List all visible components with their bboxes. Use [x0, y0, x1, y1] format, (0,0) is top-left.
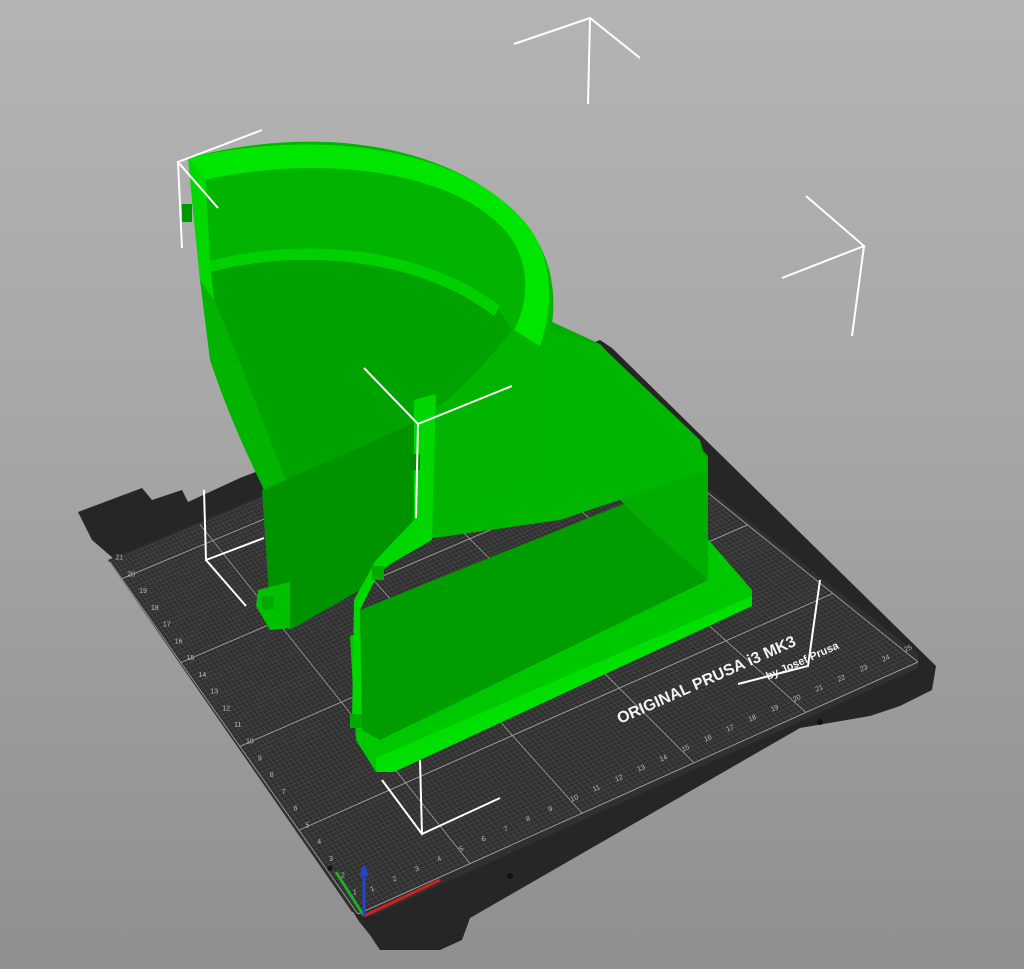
bed-y-tick-label: 9 [258, 755, 262, 762]
bed-y-tick-label: 17 [163, 622, 171, 629]
bed-y-tick-label: 18 [151, 605, 159, 612]
bed-y-tick-label: 5 [305, 822, 309, 829]
model-clip [410, 454, 420, 470]
bed-y-tick-label: 10 [246, 739, 254, 746]
model-clip [262, 596, 274, 610]
bed-y-tick-label: 21 [115, 555, 123, 562]
bbox-corner-top-left-z [177, 161, 183, 249]
bbox-corner-top-right [781, 195, 866, 279]
bbox-corner-top-right-z [851, 245, 865, 337]
bbox-corner-top-back [513, 16, 641, 59]
bed-y-tick-label: 16 [175, 638, 183, 645]
bed-y-tick-label: 6 [293, 806, 297, 813]
bed-y-tick-label: 13 [210, 689, 218, 696]
bed-y-tick-label: 7 [282, 789, 286, 796]
bed-hole [507, 873, 513, 879]
scene-canvas[interactable]: 1234567891011121314151617181920212223242… [0, 0, 1024, 969]
bed-y-tick-label: 11 [234, 722, 241, 729]
bbox-corner-top-back-z [587, 17, 591, 105]
bed-y-tick-label: 19 [139, 588, 147, 595]
model-clip [350, 714, 362, 728]
bed-y-tick-label: 8 [270, 772, 274, 779]
3d-viewport[interactable]: 1 2 3 4 5 6 7 8 9 10 11 12 13 14 15 16 17 18 19 20 21 22 23 24 2… [0, 0, 1024, 969]
bed-hole [817, 719, 823, 725]
bed-hole [327, 865, 333, 871]
bed-y-tick-label: 1 [353, 889, 357, 896]
bed-y-tick-label: 12 [222, 705, 230, 712]
bed-y-tick-label: 3 [329, 856, 333, 863]
selection-box-corners-back [513, 16, 866, 337]
bed-y-tick-label: 15 [187, 655, 195, 662]
bed-y-tick-label: 14 [199, 672, 207, 679]
model-clip [372, 566, 384, 580]
bed-y-tick-label: 20 [127, 571, 135, 578]
bed-y-tick-label: 4 [317, 839, 321, 846]
model-clip [182, 204, 192, 222]
